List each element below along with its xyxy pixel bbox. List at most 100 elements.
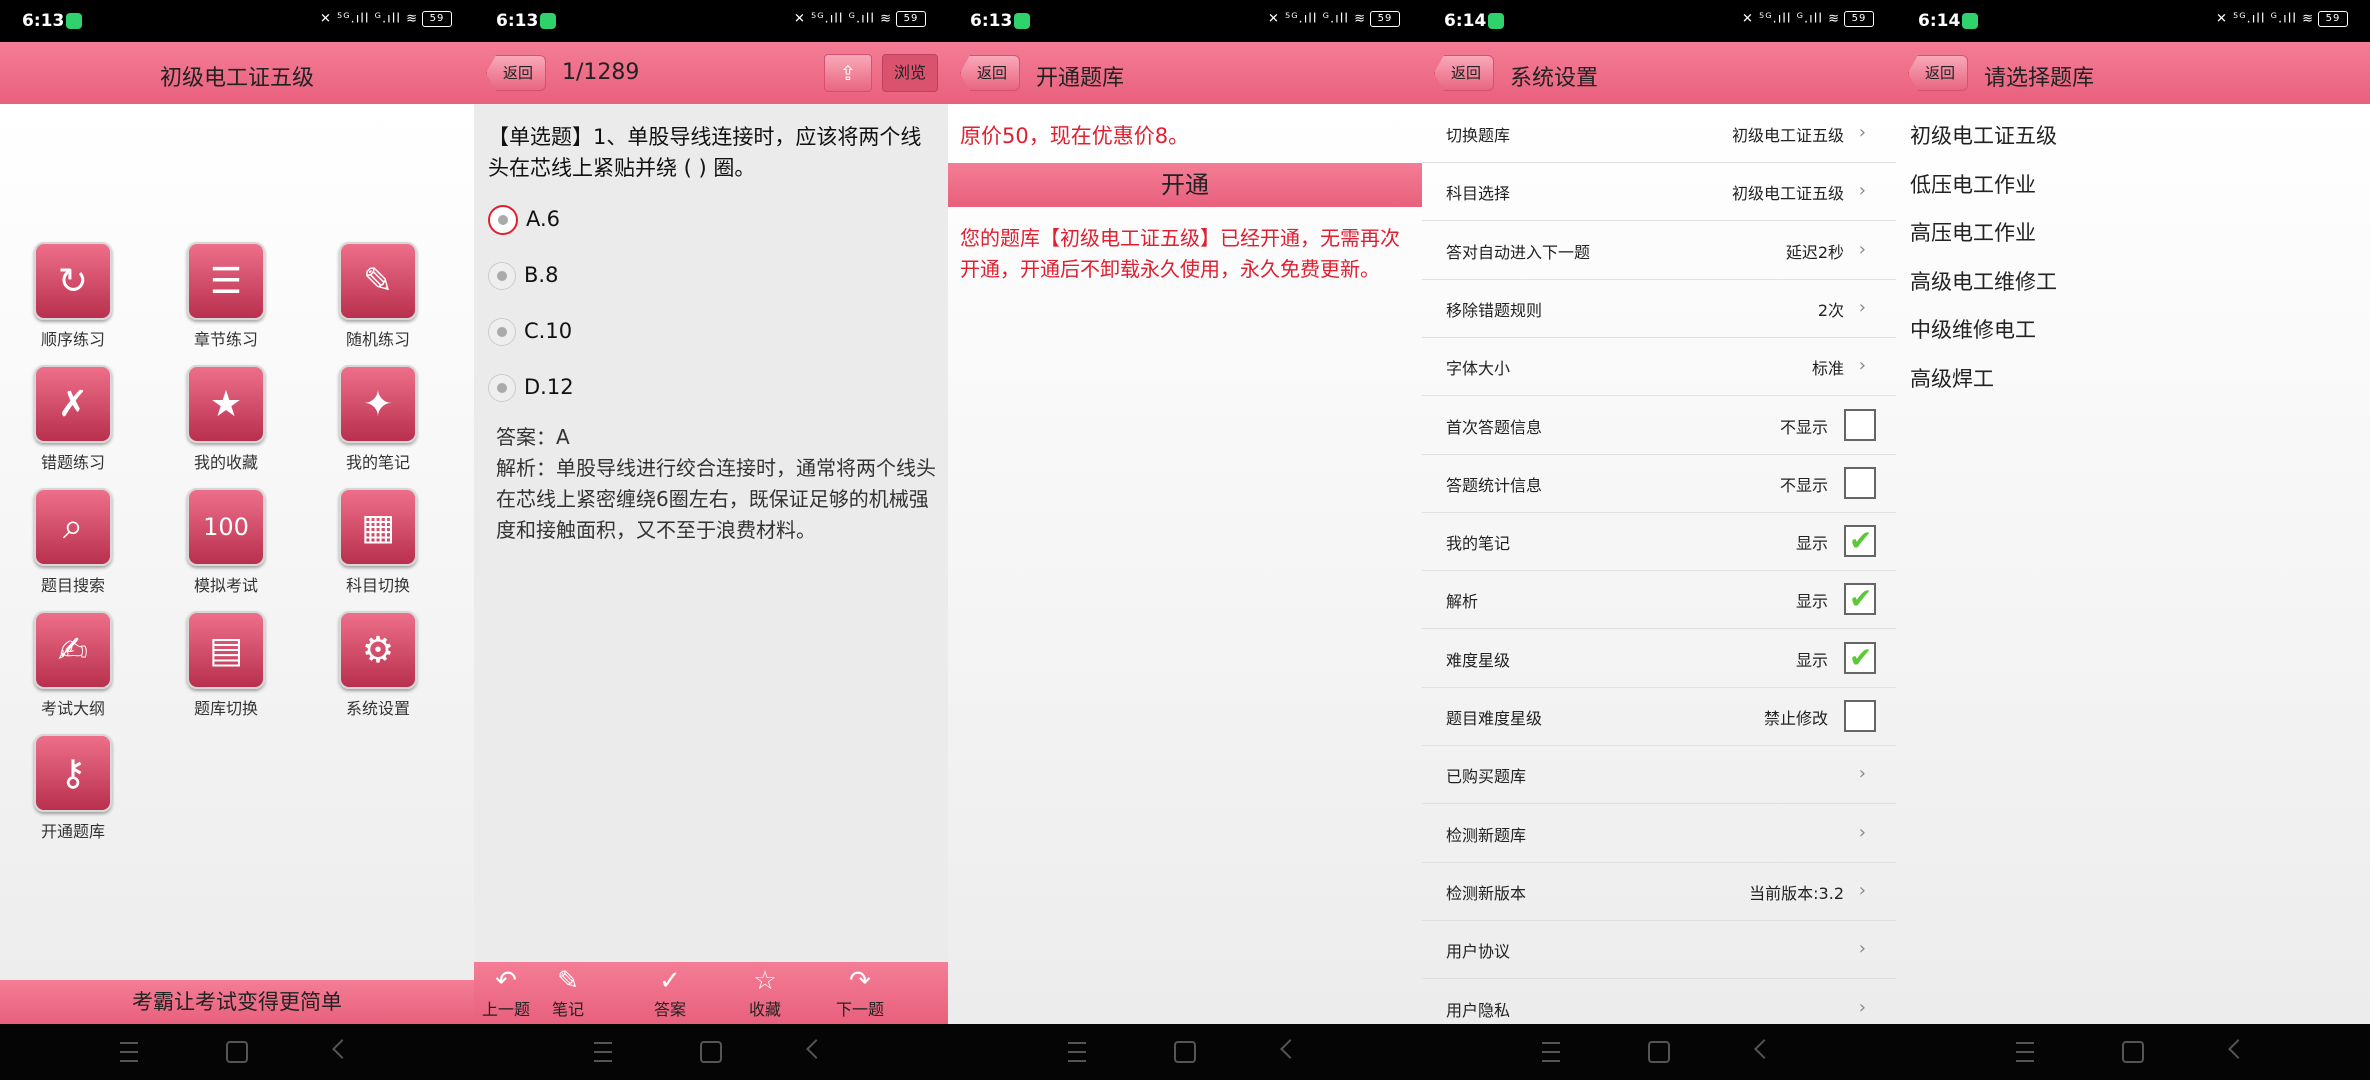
chevron-right-icon: ›	[1858, 355, 1866, 377]
tile-gear[interactable]: ⚙ 系统设置	[323, 611, 433, 719]
magic-pen-icon: ✦	[339, 365, 417, 443]
option-b[interactable]: B.8	[488, 262, 558, 290]
settings-row[interactable]: 我的笔记 显示	[1422, 512, 1896, 572]
home-icon[interactable]	[700, 1041, 722, 1063]
tile-outline-doc[interactable]: ✍ 考试大纲	[18, 611, 128, 719]
status-bar: 6:13 ✕ ⁵ᴳ.ıll ᴳ.ıll ≋ 59	[474, 0, 948, 42]
radio-icon[interactable]	[488, 318, 516, 346]
radio-icon[interactable]	[488, 374, 516, 402]
tile-magic-pen[interactable]: ✦ 我的笔记	[323, 365, 433, 473]
home-icon[interactable]	[2122, 1041, 2144, 1063]
bank-list-item[interactable]: 低压电工作业	[1910, 169, 2036, 199]
chevron-right-icon: ›	[1858, 821, 1866, 843]
status-time: 6:14	[1918, 11, 1961, 31]
settings-row[interactable]: 科目选择 初级电工证五级 ›	[1422, 162, 1896, 222]
settings-row[interactable]: 首次答题信息 不显示	[1422, 396, 1896, 455]
menu-icon[interactable]	[120, 1042, 138, 1062]
back-icon[interactable]	[1754, 1039, 1774, 1059]
slogan-footer: 考霸让考试变得更简单	[0, 980, 474, 1024]
home-icon[interactable]	[226, 1041, 248, 1063]
tile-refresh[interactable]: ↻ 顺序练习	[18, 242, 128, 350]
status-icons: ✕ ⁵ᴳ.ıll ᴳ.ıll ≋ 59	[1742, 11, 1874, 27]
checkbox[interactable]	[1844, 700, 1876, 732]
back-icon[interactable]	[332, 1039, 352, 1059]
answer-button[interactable]: ✓ 答案	[630, 966, 710, 1020]
tile-grid[interactable]: ▦ 科目切换	[323, 488, 433, 596]
bank-list-item[interactable]: 初级电工证五级	[1910, 120, 2057, 150]
home-icon[interactable]	[1174, 1041, 1196, 1063]
home-icon[interactable]	[1648, 1041, 1670, 1063]
back-icon[interactable]	[1280, 1039, 1300, 1059]
tile-document[interactable]: ▤ 题库切换	[171, 611, 281, 719]
option-d[interactable]: D.12	[488, 374, 574, 402]
bank-list-item[interactable]: 中级维修电工	[1910, 314, 2036, 344]
signal-icons: ✕ ⁵ᴳ.ıll ᴳ.ıll ≋	[1267, 11, 1366, 27]
checkbox[interactable]	[1844, 408, 1876, 441]
settings-row[interactable]: 难度星级 显示	[1422, 629, 1896, 688]
signal-icons: ✕ ⁵ᴳ.ıll ᴳ.ıll ≋	[1741, 11, 1840, 27]
tile-score-100[interactable]: 100 模拟考试	[171, 488, 281, 596]
battery-icon: 59	[1844, 11, 1874, 27]
settings-row[interactable]: 字体大小 标准 ›	[1422, 337, 1896, 397]
menu-icon[interactable]	[2016, 1042, 2034, 1062]
menu-icon[interactable]	[1542, 1042, 1560, 1062]
checkbox[interactable]	[1844, 524, 1876, 558]
radio-icon[interactable]	[488, 262, 516, 290]
back-button[interactable]: 返回	[1908, 55, 1969, 91]
bank-list-item[interactable]: 高级电工维修工	[1910, 266, 2057, 296]
back-button[interactable]: 返回	[486, 55, 547, 91]
share-icon[interactable]: ⇪	[824, 54, 872, 92]
chevron-right-icon: ›	[1858, 879, 1866, 901]
search-list-icon: ⌕	[34, 488, 112, 566]
checkbox[interactable]	[1844, 582, 1876, 616]
checkbox[interactable]	[1844, 641, 1876, 674]
settings-row[interactable]: 答题统计信息 不显示	[1422, 454, 1896, 513]
menu-icon[interactable]	[1068, 1042, 1086, 1062]
open-button[interactable]: 开通	[948, 163, 1422, 207]
settings-row[interactable]: 检测新版本 当前版本:3.2 ›	[1422, 862, 1896, 921]
settings-label: 首次答题信息	[1446, 417, 1543, 437]
option-a[interactable]: A.6	[488, 205, 560, 235]
settings-row[interactable]: 切换题库 初级电工证五级 ›	[1422, 104, 1896, 163]
settings-row[interactable]: 已购买题库 ›	[1422, 745, 1896, 805]
tile-star[interactable]: ★ 我的收藏	[171, 365, 281, 473]
radio-icon[interactable]	[488, 205, 518, 235]
analysis-text: 解析：单股导线进行绞合连接时，通常将两个线头在芯线上紧密缠绕6圈左右，既保证足够…	[496, 456, 936, 542]
back-button[interactable]: 返回	[1434, 55, 1495, 91]
settings-row[interactable]: 答对自动进入下一题 延迟2秒 ›	[1422, 221, 1896, 280]
back-button[interactable]: 返回	[960, 55, 1021, 91]
status-icons: ✕ ⁵ᴳ.ıll ᴳ.ıll ≋ 59	[2216, 11, 2348, 27]
bank-list-item[interactable]: 高压电工作业	[1910, 217, 2036, 247]
app-header: 返回 1/1289 ⇪ 浏览	[474, 42, 948, 104]
tile-label: 模拟考试	[193, 576, 258, 595]
settings-row[interactable]: 检测新题库 ›	[1422, 804, 1896, 863]
next-question-button[interactable]: ↷ 下一题	[820, 966, 900, 1020]
checkbox[interactable]	[1844, 466, 1876, 499]
settings-row[interactable]: 移除错题规则 2次 ›	[1422, 279, 1896, 338]
notes-button[interactable]: ✎ 笔记	[528, 966, 608, 1020]
settings-row[interactable]: 题目难度星级 禁止修改	[1422, 687, 1896, 746]
settings-label: 题目难度星级	[1446, 709, 1543, 728]
pen-swirl-icon: ✎	[339, 242, 417, 320]
settings-label: 用户隐私	[1446, 1000, 1511, 1020]
tile-cross-pen[interactable]: ✗ 错题练习	[18, 365, 128, 473]
favorite-button[interactable]: ☆ 收藏	[725, 966, 805, 1020]
browse-button[interactable]: 浏览	[882, 54, 938, 92]
option-c[interactable]: C.10	[488, 318, 572, 346]
settings-row[interactable]: 用户协议 ›	[1422, 920, 1896, 980]
redo-arrow-icon: ↷	[849, 966, 871, 996]
key-icon: ⚷	[34, 734, 112, 812]
bank-list-item[interactable]: 高级焊工	[1910, 363, 1994, 393]
tile-label: 科目切换	[345, 576, 410, 595]
tile-search-list[interactable]: ⌕ 题目搜索	[18, 488, 128, 596]
back-icon[interactable]	[806, 1039, 826, 1059]
tile-list-pen[interactable]: ☰ 章节练习	[171, 242, 281, 350]
settings-row[interactable]: 解析 显示	[1422, 570, 1896, 630]
chevron-right-icon: ›	[1858, 238, 1866, 260]
tile-key[interactable]: ⚷ 开通题库	[18, 734, 128, 842]
signal-icons: ✕ ⁵ᴳ.ıll ᴳ.ıll ≋	[793, 11, 892, 27]
tile-pen-swirl[interactable]: ✎ 随机练习	[323, 242, 433, 350]
toolbar-label: 笔记	[551, 1000, 584, 1019]
menu-icon[interactable]	[594, 1042, 612, 1062]
back-icon[interactable]	[2228, 1039, 2248, 1059]
